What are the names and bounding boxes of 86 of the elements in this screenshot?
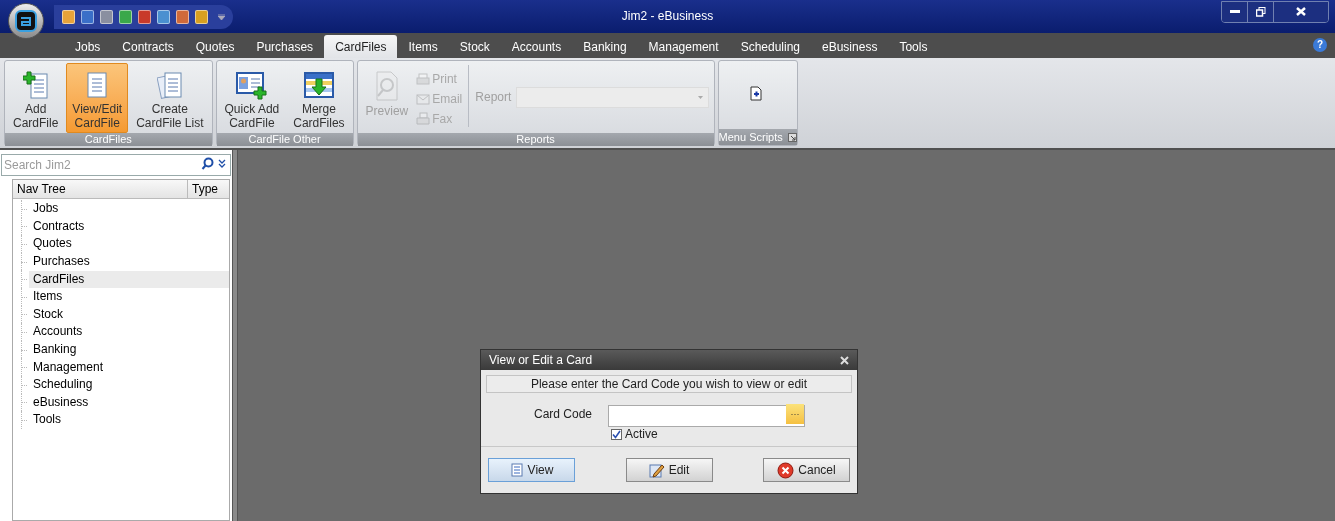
restore-button[interactable] [1248,1,1274,22]
field-label: Card Code [532,406,592,423]
card-code-field[interactable] [608,405,805,427]
dialog-launcher-icon[interactable] [787,132,797,142]
quick-access-icon[interactable] [62,9,75,24]
app-logo[interactable] [8,2,44,39]
tree-item[interactable]: Jobs [29,200,229,218]
checkbox-label[interactable]: Active [625,425,658,443]
dropdown-caret-icon[interactable] [218,13,225,20]
check-icon [612,429,621,439]
ribbon-tab[interactable]: Purchases [245,35,325,58]
add-page-icon [749,85,762,101]
ribbon-tab[interactable]: Items [397,35,449,58]
column-header[interactable]: Type [188,180,229,198]
ribbon-button[interactable]: View/Edit CardFile [66,63,129,133]
tree-item[interactable]: Scheduling [29,376,229,394]
ribbon-button[interactable]: Quick Add CardFile [218,63,286,133]
ribbon-tab[interactable]: Quotes [184,35,246,58]
tree-item[interactable]: Stock [29,305,229,323]
cancel-icon [777,461,795,479]
ribbon-button[interactable]: Create CardFile List [130,63,210,133]
tree-item[interactable]: Contracts [29,217,229,235]
ribbon-group-label: Reports [516,133,555,146]
tree-item[interactable]: Tools [29,411,229,429]
ribbon-group-label: CardFiles [84,133,132,146]
document-icon [86,71,109,99]
tree-item[interactable]: eBusiness [29,393,229,411]
quick-access-icon[interactable] [157,9,170,24]
ribbon-tab[interactable]: Management [637,35,730,58]
ribbon-group-label: Menu Scripts [718,130,783,144]
close-button[interactable] [1274,1,1328,22]
close-icon [1296,7,1306,16]
printer-icon [416,72,431,86]
tree-item[interactable]: CardFiles [29,270,229,288]
restore-icon [1255,6,1266,17]
tree-item[interactable]: Management [29,358,229,376]
dropdown-caret-icon [698,96,704,99]
close-icon[interactable] [840,355,849,365]
report-label: Report [475,89,512,106]
ribbon-button[interactable]: Merge CardFiles [287,63,351,133]
quick-access-icon[interactable] [119,9,132,24]
ribbon-tab[interactable]: Scheduling [729,35,811,58]
quick-access-icon[interactable] [81,9,94,24]
checkbox[interactable] [611,428,622,440]
document-icon [509,463,524,477]
dialog-button[interactable]: View [488,458,575,482]
ribbon-tab[interactable]: Accounts [500,35,573,58]
contact-card-add-icon [235,70,268,100]
dialog-button[interactable]: Cancel [763,458,850,482]
dialog-button[interactable]: Edit [625,458,713,482]
tree-item[interactable]: Purchases [29,253,229,271]
pencil-document-icon [648,462,665,478]
expand-icon[interactable] [218,159,226,168]
table-merge-icon [303,71,334,99]
app-logo-icon [15,9,37,32]
search-icon[interactable] [201,157,214,170]
ribbon-tab[interactable]: Stock [448,35,501,58]
fax-machine-icon [416,112,431,126]
envelope-icon [416,93,431,105]
quick-access-icon[interactable] [100,9,113,24]
dialog-title: View or Edit a Card [489,352,593,369]
instruction-text: Please enter the Card Code you wish to view or edit [530,376,808,393]
minimize-button[interactable] [1222,1,1248,22]
ribbon-tab[interactable]: Tools [888,35,939,58]
tree-item[interactable]: Banking [29,341,229,359]
ribbon-button[interactable]: Add CardFile [7,63,65,133]
ribbon-tab[interactable]: Jobs [64,35,112,58]
magnifier-document-icon [373,70,400,102]
ribbon-tab[interactable]: Banking [572,35,638,58]
window-title: Jim2 - eBusiness [621,9,714,23]
tree-item[interactable]: Accounts [29,323,229,341]
search-field[interactable]: Search Jim2 [1,154,231,176]
tree-item[interactable]: Items [29,288,229,306]
tree-item[interactable]: Quotes [29,235,229,253]
ribbon-tab[interactable]: eBusiness [811,35,889,58]
add-document-icon [22,70,49,100]
help-button[interactable]: ? [1313,38,1327,52]
ribbon-tab[interactable]: Contracts [111,35,185,58]
quick-access-icon[interactable] [195,9,208,24]
ribbon-tab[interactable]: CardFiles [324,35,398,58]
documents-stack-icon [156,71,183,99]
quick-access-icon[interactable] [176,9,189,24]
browse-button[interactable]: ··· [786,404,804,424]
ribbon-group-label: CardFile Other [248,133,321,146]
column-header[interactable]: Nav Tree [13,180,188,198]
quick-access-icon[interactable] [138,9,151,24]
